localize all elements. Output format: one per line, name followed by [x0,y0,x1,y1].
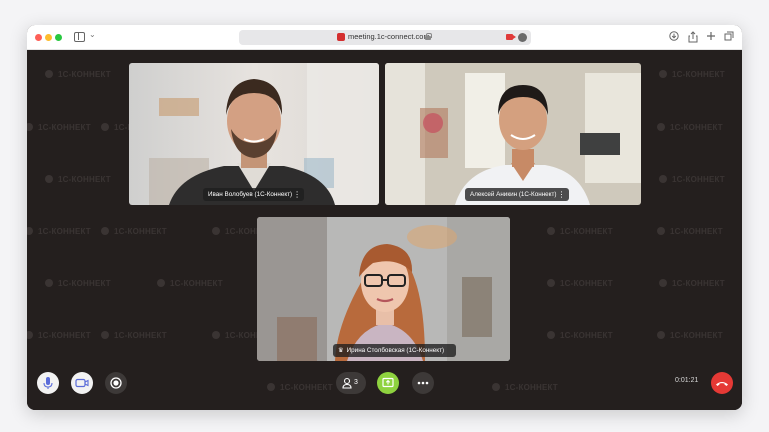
tab-overview-icon[interactable] [724,31,734,43]
people-icon [342,377,352,389]
participant-video [257,217,510,361]
watermark-logo: 1С-КОННЕКТ [547,331,613,340]
watermark-logo: 1С-КОННЕКТ [101,227,167,236]
screen-share-icon [382,377,394,388]
host-crown-icon: ♛ [338,347,344,354]
watermark-logo: 1С-КОННЕКТ [657,227,723,236]
watermark-logo: 1С-КОННЕКТ [267,383,333,392]
watermark-logo: 1С-КОННЕКТ [657,123,723,132]
call-timer: 0:01:21 [675,377,699,384]
watermark-logo: 1С-КОННЕКТ [659,175,725,184]
participant-name: Иван Волобуев (1С-Коннект) [208,191,293,198]
watermark-logo: 1С-КОННЕКТ [101,331,167,340]
watermark-logo: 1С-КОННЕКТ [547,227,613,236]
watermark-logo: 1С-КОННЕКТ [659,70,725,79]
phone-hangup-icon [716,382,728,386]
watermark-logo: 1С-КОННЕКТ [547,279,613,288]
close-window-button[interactable] [35,34,42,41]
zoom-window-button[interactable] [55,34,62,41]
participant-name: Ирина Столбовская (1С-Коннект) [346,347,445,354]
participant-name: Алексей Аникин (1С-Коннект) [470,191,557,198]
site-favicon-icon [337,33,345,41]
sidebar-toggle-icon[interactable] [74,32,85,42]
microphone-icon [43,377,53,389]
watermark-logo: 1С-КОННЕКТ [45,279,111,288]
record-button[interactable] [105,372,127,394]
camera-in-use-icon[interactable] [506,34,516,40]
hang-up-button[interactable] [711,372,733,394]
watermark-logo: 1С-КОННЕКТ [27,227,91,236]
url-text: meeting.1c-connect.com [348,32,430,41]
record-icon [110,377,122,389]
lock-icon [425,33,432,40]
more-options-icon[interactable]: ⋮ [293,188,301,201]
minimize-window-button[interactable] [45,34,52,41]
participant-video [129,63,379,205]
watermark-logo: 1С-КОННЕКТ [27,123,91,132]
participants-button[interactable]: 3 [336,372,366,394]
participant-nameplate: Алексей Аникин (1С-Коннект) ⋮ [465,188,569,201]
browser-window: ⌄ meeting.1c-connect.com 1С-КОННЕКТ 1С-К… [27,25,742,410]
download-icon[interactable] [669,31,679,43]
meeting-stage: 1С-КОННЕКТ 1С-КОННЕКТ 1С-КОННЕКТ 1С-КОНН… [27,50,742,410]
video-tile[interactable]: ♛ Ирина Столбовская (1С-Коннект) [257,217,510,361]
extension-icon[interactable] [518,33,527,42]
watermark-logo: 1С-КОННЕКТ [659,279,725,288]
more-button[interactable] [412,372,434,394]
watermark-logo: 1С-КОННЕКТ [157,279,223,288]
watermark-logo: 1С-КОННЕКТ [492,383,558,392]
watermark-logo: 1С-КОННЕКТ [45,70,111,79]
participant-nameplate: Иван Волобуев (1С-Коннект) ⋮ [203,188,305,201]
new-tab-icon[interactable] [706,31,716,43]
chevron-down-icon[interactable]: ⌄ [89,30,96,39]
video-tile[interactable]: Алексей Аникин (1С-Коннект) ⋮ [385,63,641,205]
watermark-logo: 1С-КОННЕКТ [657,331,723,340]
watermark-logo: 1С-КОННЕКТ [27,331,91,340]
video-camera-icon [75,378,89,388]
more-options-icon[interactable]: ⋮ [558,188,566,201]
watermark-logo: 1С-КОННЕКТ [45,175,111,184]
share-icon[interactable] [688,31,698,43]
participants-count: 3 [354,379,358,386]
camera-button[interactable] [71,372,93,394]
video-tile[interactable]: Иван Волобуев (1С-Коннект) ⋮ [129,63,379,205]
screen-share-button[interactable] [377,372,399,394]
more-horizontal-icon [417,381,429,385]
browser-titlebar: ⌄ meeting.1c-connect.com [27,25,742,50]
participant-nameplate: ♛ Ирина Столбовская (1С-Коннект) [333,344,457,357]
participant-video [385,63,641,205]
microphone-button[interactable] [37,372,59,394]
address-bar[interactable]: meeting.1c-connect.com [239,30,531,45]
